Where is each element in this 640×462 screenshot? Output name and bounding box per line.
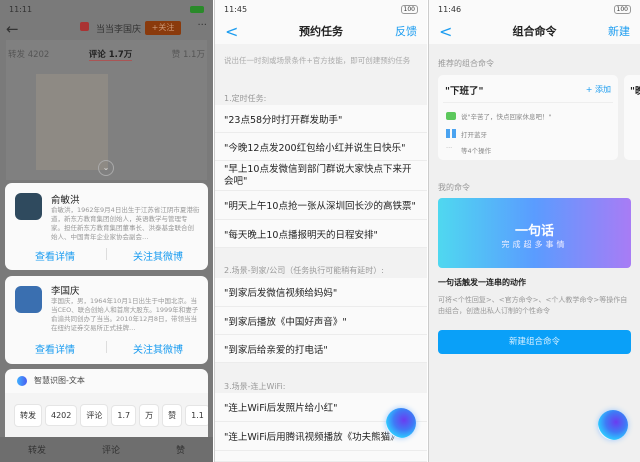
nav-header: < 组合命令 新建	[429, 18, 640, 44]
weibo-screen: 11:11 ← 当当李国庆 +关注 ··· 转发 4202 评论 1.7万 赞 …	[0, 0, 213, 462]
command-title: "下班了"	[445, 86, 484, 97]
chevron-down-icon[interactable]: ⌄	[98, 160, 114, 176]
view-details-link[interactable]: 查看详情	[35, 341, 75, 356]
voice-assistant-orb-icon[interactable]	[598, 410, 628, 440]
person-card: 俞敏洪 俞敏洪，1962年9月4日出生于江苏省江阴市夏港街道，新东方教育集团创始…	[5, 183, 208, 270]
recommended-command-card[interactable]: "晚	[624, 75, 640, 160]
task-example[interactable]: "明天上午10点抢一张从深圳回长沙的高铁票"	[215, 191, 427, 220]
post-area: 转发 4202 评论 1.7万 赞 1.1万 ⌄	[6, 40, 207, 180]
text-chip[interactable]: 万	[139, 404, 160, 427]
voice-assistant-orb-icon[interactable]	[386, 408, 416, 438]
new-button[interactable]: 新建	[608, 23, 630, 39]
page-title: 预约任务	[299, 25, 343, 38]
status-bar: 11:11	[0, 0, 213, 18]
avatar	[80, 22, 89, 31]
apps-icon	[446, 129, 456, 138]
follow-weibo-link[interactable]: 关注其微博	[133, 341, 183, 356]
status-bar: 11:46 100	[429, 0, 640, 18]
message-icon	[446, 112, 456, 120]
task-example[interactable]: "23点58分时打开群发助手"	[215, 105, 427, 133]
text-chip[interactable]: 转发	[14, 404, 42, 427]
battery-icon	[190, 5, 204, 13]
banner-title: 一句话	[514, 224, 554, 239]
recommended-label: 推荐的组合命令	[438, 59, 494, 68]
like-button[interactable]: 赞	[176, 443, 185, 456]
back-icon[interactable]: <	[439, 22, 452, 41]
person-desc: 俞敏洪，1962年9月4日出生于江苏省江阴市夏港街道，新东方教育集团创始人，英语…	[51, 206, 200, 241]
text-chip[interactable]: 4202	[45, 405, 78, 426]
promo-banner: 一句话 完成超多事情	[438, 198, 631, 268]
task-example[interactable]: "今晚12点发200红包给小红并说生日快乐"	[215, 133, 427, 161]
nav-header: < 预约任务 反馈	[215, 18, 427, 44]
my-commands-label: 我的命令	[438, 183, 470, 192]
back-arrow-icon[interactable]: ←	[6, 20, 19, 38]
text-chip[interactable]: 赞	[162, 404, 183, 427]
smart-title: 智慧识图-文本	[34, 376, 85, 385]
task-example[interactable]: "每天晚上10点播报明天的日程安排"	[215, 220, 427, 248]
status-bar: 11:45 100	[215, 0, 427, 18]
username[interactable]: 当当李国庆	[96, 22, 141, 35]
tab-likes[interactable]: 赞 1.1万	[172, 48, 205, 61]
section-label: 1.定时任务:	[224, 94, 267, 103]
back-icon[interactable]: <	[225, 22, 238, 41]
task-example[interactable]: "到家后给亲爱的打电话"	[215, 335, 427, 363]
task-example[interactable]: "到家后播放《中国好声音》"	[215, 307, 427, 335]
person-avatar	[15, 286, 42, 313]
description-text: 可将<个性回复>、<官方命令>、<个人教学命令>等操作自由组合，创造出私人订制的…	[438, 296, 628, 315]
person-name: 俞敏洪	[51, 195, 80, 206]
battery-level: 100	[613, 4, 631, 14]
person-avatar	[15, 193, 42, 220]
more-dots-icon: ···	[446, 144, 453, 152]
task-example[interactable]: "早上10点发微信到部门群说大家快点下来开会吧"	[215, 161, 427, 191]
status-time: 11:46	[438, 4, 462, 14]
battery-level: 100	[400, 4, 418, 14]
intro-text: 说出任一时刻或场景条件+官方技能，即可创建预约任务	[224, 56, 411, 65]
recommended-command-card[interactable]: "下班了" + 添加 说"辛苦了，快点回家休息吧！" 打开蓝牙 ··· 等4个操…	[438, 75, 618, 160]
banner-subtitle: 完成超多事情	[501, 240, 568, 249]
smart-vision-icon	[17, 376, 27, 386]
text-chip[interactable]: 1.1	[185, 405, 208, 426]
action-text: 说"辛苦了，快点回家休息吧！"	[461, 113, 552, 121]
person-desc: 李国庆，男，1964年10月1日出生于中国北京。当当CEO、联合创始人和首席大股…	[51, 297, 199, 332]
section-label: 2.场景-到家/公司（任务执行可能稍有延时）:	[224, 266, 384, 275]
combo-commands-screen: 11:46 100 < 组合命令 新建 推荐的组合命令 "下班了" + 添加 说"…	[428, 0, 640, 462]
text-chip[interactable]: 1.7	[111, 405, 137, 426]
command-title: "晚	[630, 86, 640, 97]
status-time: 11:11	[9, 4, 33, 14]
text-chip[interactable]: 评论	[80, 404, 109, 427]
feedback-button[interactable]: 反馈	[395, 23, 417, 39]
section-heading: 一句话触发一连串的动作	[438, 278, 526, 287]
view-details-link[interactable]: 查看详情	[35, 248, 75, 263]
repost-button[interactable]: 转发	[28, 443, 46, 456]
person-name: 李国庆	[51, 286, 80, 297]
more-actions-text: 等4个操作	[461, 147, 492, 155]
follow-weibo-link[interactable]: 关注其微博	[133, 248, 183, 263]
bottom-action-bar: 转发 评论 赞	[0, 437, 213, 462]
more-icon[interactable]: ···	[197, 20, 207, 31]
task-example[interactable]: "到家后发微信视频给妈妈"	[215, 278, 427, 307]
page-title: 组合命令	[512, 25, 557, 38]
scheduled-tasks-screen: 11:45 100 < 预约任务 反馈 说出任一时刻或场景条件+官方技能，即可创建…	[214, 0, 427, 462]
comment-button[interactable]: 评论	[102, 443, 120, 456]
new-combo-command-button[interactable]: 新建组合命令	[438, 330, 631, 354]
section-label: 3.场景-连上WiFi:	[224, 382, 286, 391]
follow-button[interactable]: +关注	[145, 21, 181, 35]
weibo-header: ← 当当李国庆 +关注 ···	[0, 18, 213, 40]
post-image[interactable]	[36, 74, 108, 170]
action-text: 打开蓝牙	[461, 131, 487, 139]
person-card: 李国庆 李国庆，男，1964年10月1日出生于中国北京。当当CEO、联合创始人和…	[5, 276, 208, 364]
tab-reposts[interactable]: 转发 4202	[8, 48, 49, 61]
add-button[interactable]: + 添加	[586, 84, 611, 95]
status-time: 11:45	[224, 4, 248, 14]
tab-comments[interactable]: 评论 1.7万	[88, 48, 133, 61]
